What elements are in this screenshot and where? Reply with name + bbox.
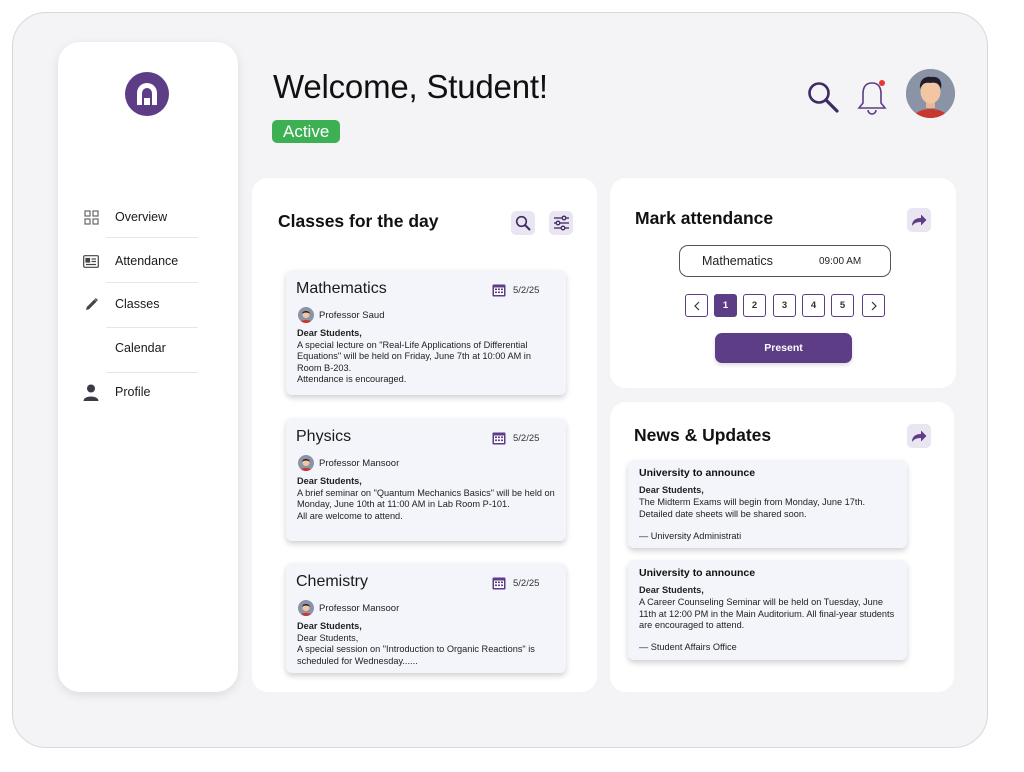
news-item-body: The Midterm Exams will begin from Monday… [639,497,866,519]
class-message: Dear Students, Dear Students, A special … [297,621,555,667]
professor-name: Professor Mansoor [319,603,400,614]
class-salutation: Dear Students, [297,328,362,338]
news-share-button[interactable] [907,424,931,448]
attendance-subject: Mathematics [702,254,773,268]
attendance-title: Mark attendance [635,208,774,228]
page-title: Welcome, Student! [273,68,548,105]
news-item-title: University to announce [639,567,756,579]
pager-prev-button[interactable] [685,294,708,317]
status-badge: Active [272,120,341,143]
pager-page-2[interactable]: 2 [743,294,766,317]
user-avatar-icon [906,69,955,118]
sidebar-item-attendance[interactable]: Attendance [80,241,205,281]
sidebar-item-label: Attendance [115,254,179,268]
university-logo-icon [125,72,169,116]
news-item-signature: — University Administrati [639,531,742,541]
attendance-time: 09:00 AM [819,256,862,267]
news-item-title: University to announce [639,467,756,479]
calendar-icon [492,432,506,445]
pencil-icon [80,293,102,315]
search-icon [515,215,531,231]
professor-avatar [298,307,314,323]
calendar-icon [492,577,506,590]
sidebar-item-classes[interactable]: Classes [80,284,205,324]
news-title: News & Updates [634,425,772,445]
sliders-icon [553,215,569,231]
nav-divider [106,237,198,238]
avatar[interactable] [906,69,955,118]
class-body: A special lecture on "Real-Life Applicat… [297,339,531,373]
nav-divider [106,282,198,283]
class-subject: Physics [296,428,352,445]
share-arrow-icon [912,430,927,442]
grid-icon [80,206,102,228]
pager-page-4[interactable]: 4 [802,294,825,317]
calendar-blank-icon [80,337,102,359]
news-item[interactable]: University to announce Dear Students, Th… [628,460,907,548]
share-arrow-icon [912,214,927,226]
class-date: 5/2/25 [513,433,540,444]
class-salutation: Dear Students, [297,476,362,486]
news-item-body: A Career Counseling Seminar will be held… [639,597,895,631]
calendar-icon [492,284,506,297]
sidebar-item-profile[interactable]: Profile [80,372,205,412]
id-card-icon [80,250,102,272]
class-closing: All are welcome to attend. [297,510,403,521]
search-icon[interactable] [806,80,840,114]
attendance-class-select[interactable]: Mathematics 09:00 AM [679,245,891,277]
class-message: Dear Students, A special lecture on "Rea… [297,328,555,386]
class-closing: A special session on "Introduction to Or… [297,644,535,666]
professor-avatar [298,600,314,616]
sidebar-item-label: Overview [115,210,168,224]
class-subject: Chemistry [296,573,369,590]
class-date: 5/2/25 [513,285,540,296]
sidebar-item-calendar[interactable]: Calendar [80,328,205,368]
sidebar-item-label: Classes [115,297,160,311]
classes-search-button[interactable] [511,211,535,235]
class-date: 5/2/25 [513,578,540,589]
class-body: Dear Students, [297,632,359,643]
notification-bell-icon[interactable] [855,78,889,116]
classes-title: Classes for the day [278,211,439,231]
professor-name: Professor Saud [319,310,385,321]
chevron-left-icon [693,301,699,310]
pager-page-5[interactable]: 5 [831,294,854,317]
class-card-mathematics[interactable]: Mathematics 5/2/25 Professor Saud Dear S… [286,270,566,395]
pager-page-3[interactable]: 3 [773,294,796,317]
present-button[interactable]: Present [715,333,852,363]
class-card-physics[interactable]: Physics 5/2/25 Professor Mansoor Dear St… [286,418,566,541]
news-item-salutation: Dear Students, [639,485,704,495]
class-closing: Attendance is encouraged. [297,374,407,385]
class-body: A brief seminar on "Quantum Mechanics Ba… [297,487,555,510]
person-icon [80,381,102,403]
news-item-salutation: Dear Students, [639,585,704,595]
chevron-right-icon [871,301,877,310]
sidebar-item-label: Calendar [115,341,166,355]
class-salutation: Dear Students, [297,621,362,631]
class-card-chemistry[interactable]: Chemistry 5/2/25 Professor Mansoor Dear … [286,563,566,673]
news-item[interactable]: University to announce Dear Students, A … [628,560,907,660]
sidebar-item-overview[interactable]: Overview [80,197,205,237]
sidebar-item-label: Profile [115,385,151,399]
pager-next-button[interactable] [862,294,885,317]
attendance-share-button[interactable] [907,208,931,232]
pager-page-1[interactable]: 1 [714,294,737,317]
professor-avatar [298,455,314,471]
class-subject: Mathematics [296,280,387,297]
professor-name: Professor Mansoor [319,458,400,469]
class-message: Dear Students, A brief seminar on "Quant… [297,476,555,522]
news-item-signature: — Student Affairs Office [639,642,737,652]
classes-filter-button[interactable] [549,211,573,235]
